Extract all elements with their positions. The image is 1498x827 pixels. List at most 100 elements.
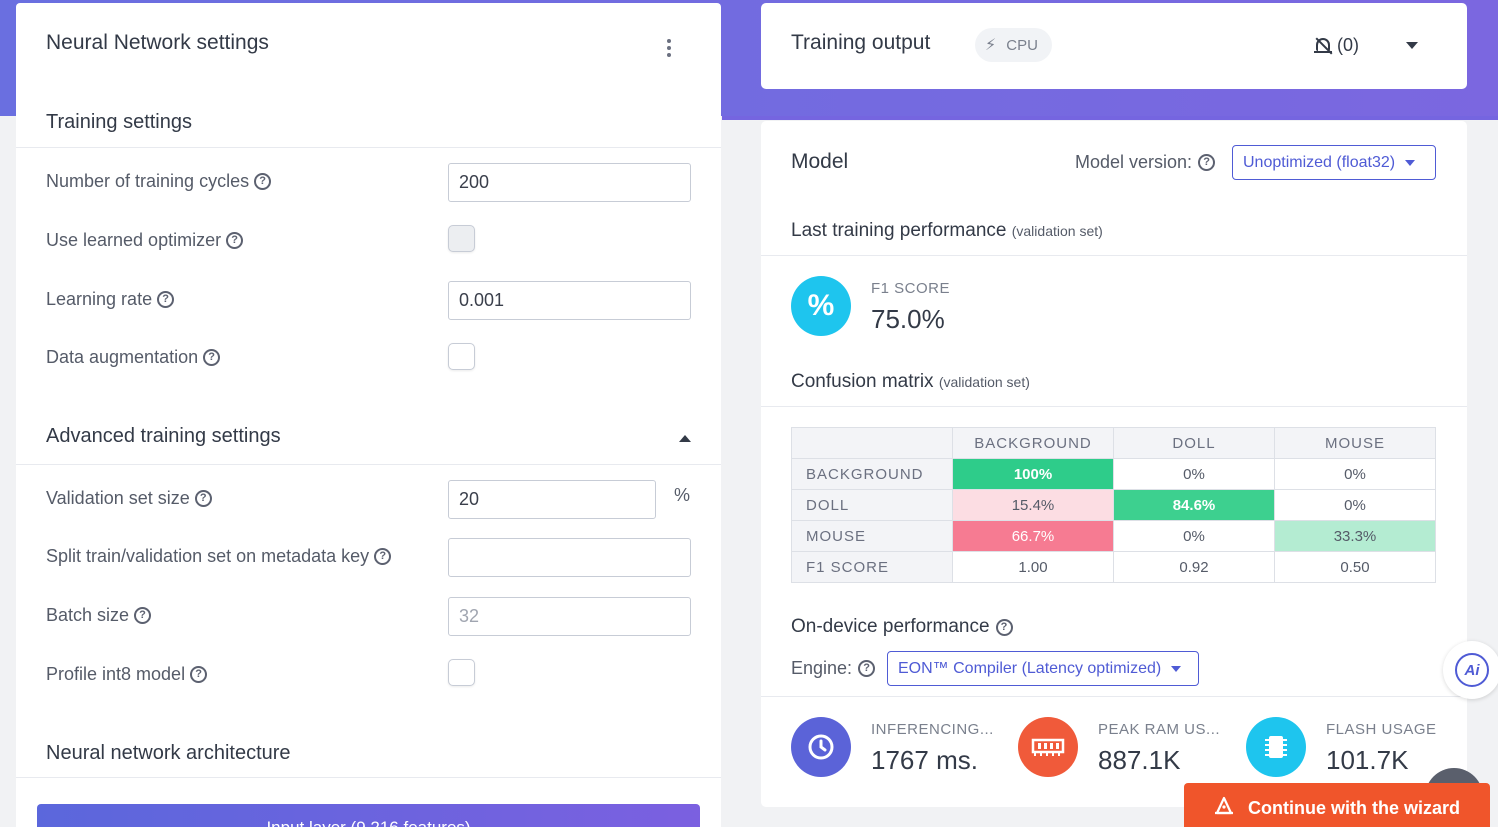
table-row: DOLL 15.4% 84.6% 0% [791, 489, 1436, 521]
table-row: MOUSE 66.7% 0% 33.3% [791, 520, 1436, 552]
flash-usage-label: FLASH USAGE [1326, 721, 1437, 738]
training-output-title: Training output [791, 31, 931, 54]
continue-wizard-button[interactable]: Continue with the wizard [1184, 783, 1490, 827]
cm-cell: 100% [952, 458, 1114, 490]
batch-size-input[interactable] [448, 597, 691, 636]
engine-select[interactable]: EON™ Compiler (Latency optimized) [887, 651, 1199, 686]
cm-cell: 0.50 [1274, 551, 1436, 583]
confusion-matrix-table: BACKGROUND DOLL MOUSE BACKGROUND 100% 0%… [791, 427, 1436, 583]
training-output-card: Training output ⚡ CPU (0) [761, 3, 1467, 89]
chip-icon [1246, 717, 1306, 777]
cm-cell: 0% [1113, 458, 1275, 490]
table-row: F1 SCORE 1.00 0.92 0.50 [791, 551, 1436, 583]
split-key-input[interactable] [448, 538, 691, 577]
cm-cell: 1.00 [952, 551, 1114, 583]
model-version-select[interactable]: Unoptimized (float32) [1232, 145, 1436, 180]
corner-cell [791, 427, 953, 459]
model-card: Model Model version:? Unoptimized (float… [761, 121, 1467, 807]
confusion-matrix-heading: Confusion matrix (validation set) [791, 371, 1030, 392]
last-performance-heading: Last training performance (validation se… [791, 220, 1103, 241]
on-device-heading: On-device performance? [791, 616, 1013, 638]
help-icon[interactable]: ? [157, 291, 175, 308]
help-icon[interactable]: ? [374, 548, 392, 565]
clock-icon [791, 717, 851, 777]
memory-icon [1018, 717, 1078, 777]
chevron-down-icon [1171, 665, 1182, 672]
help-icon[interactable]: ? [226, 232, 244, 249]
help-icon[interactable]: ? [254, 173, 272, 190]
inferencing-label: INFERENCING... [871, 721, 994, 738]
f1-score-label: F1 SCORE [871, 280, 951, 297]
percent-unit: % [674, 485, 691, 505]
training-settings-heading: Training settings [46, 111, 192, 133]
help-icon[interactable]: ? [1198, 154, 1216, 171]
cm-cell: 0.92 [1113, 551, 1275, 583]
notifications-toggle[interactable]: (0) [1313, 35, 1359, 56]
help-icon[interactable]: ? [190, 666, 208, 683]
row-header: BACKGROUND [791, 458, 953, 490]
wizard-hat-icon [1214, 796, 1234, 821]
column-header: BACKGROUND [952, 427, 1114, 459]
help-icon[interactable]: ? [203, 349, 221, 366]
table-row: BACKGROUND DOLL MOUSE [791, 427, 1436, 459]
model-version-label: Model version:? [1075, 152, 1216, 173]
row-header: F1 SCORE [791, 551, 953, 583]
help-icon[interactable]: ? [134, 607, 152, 624]
training-cycles-label: Number of training cycles? [46, 171, 272, 192]
table-row: BACKGROUND 100% 0% 0% [791, 458, 1436, 490]
row-header: MOUSE [791, 520, 953, 552]
cm-cell: 0% [1274, 489, 1436, 521]
divider [16, 147, 721, 148]
cpu-badge: ⚡ CPU [975, 28, 1052, 62]
cm-cell: 66.7% [952, 520, 1114, 552]
input-layer-button[interactable]: Input layer (9,216 features) [37, 804, 700, 827]
help-icon[interactable]: ? [858, 660, 876, 677]
training-cycles-input[interactable] [448, 163, 691, 202]
data-augmentation-label: Data augmentation? [46, 347, 221, 368]
bolt-icon: ⚡ [985, 37, 997, 54]
cm-cell: 33.3% [1274, 520, 1436, 552]
header-background-strip [722, 116, 1498, 120]
help-icon[interactable]: ? [194, 490, 212, 507]
cm-cell: 84.6% [1113, 489, 1275, 521]
engine-label: Engine:? [791, 658, 876, 679]
inferencing-value: 1767 ms. [871, 745, 978, 775]
validation-size-label: Validation set size? [46, 488, 212, 509]
profile-int8-checkbox[interactable] [448, 659, 475, 686]
column-header: MOUSE [1274, 427, 1436, 459]
peak-ram-label: PEAK RAM US... [1098, 721, 1221, 738]
bell-off-icon [1313, 36, 1333, 56]
divider [761, 406, 1467, 407]
batch-size-label: Batch size? [46, 605, 152, 626]
cm-cell: 15.4% [952, 489, 1114, 521]
expand-icon[interactable] [1406, 42, 1418, 49]
profile-int8-label: Profile int8 model? [46, 664, 208, 685]
row-header: DOLL [791, 489, 953, 521]
ai-assistant-button[interactable]: Ai [1443, 641, 1498, 699]
learned-optimizer-label: Use learned optimizer? [46, 230, 244, 251]
architecture-heading: Neural network architecture [46, 742, 291, 764]
data-augmentation-checkbox[interactable] [448, 343, 475, 370]
flash-usage-value: 101.7K [1326, 745, 1409, 775]
advanced-settings-heading[interactable]: Advanced training settings [46, 425, 281, 448]
collapse-icon[interactable] [679, 435, 691, 442]
learning-rate-input[interactable] [448, 281, 691, 320]
model-title: Model [791, 150, 849, 173]
nn-settings-panel: Neural Network settings Training setting… [16, 3, 721, 827]
column-header: DOLL [1113, 427, 1275, 459]
percent-icon: % [791, 276, 851, 336]
ai-icon: Ai [1455, 653, 1489, 687]
more-options-icon[interactable] [664, 39, 674, 57]
help-icon[interactable]: ? [995, 618, 1013, 636]
f1-score-value: 75.0% [871, 304, 945, 334]
validation-size-input[interactable] [448, 480, 656, 519]
chevron-down-icon [1405, 159, 1416, 166]
divider [761, 255, 1467, 256]
learning-rate-label: Learning rate? [46, 289, 175, 310]
split-key-label: Split train/validation set on metadata k… [46, 546, 392, 567]
panel-title: Neural Network settings [46, 31, 269, 54]
peak-ram-value: 887.1K [1098, 745, 1181, 775]
learned-optimizer-checkbox[interactable] [448, 225, 475, 252]
cm-cell: 0% [1113, 520, 1275, 552]
divider [16, 777, 721, 778]
